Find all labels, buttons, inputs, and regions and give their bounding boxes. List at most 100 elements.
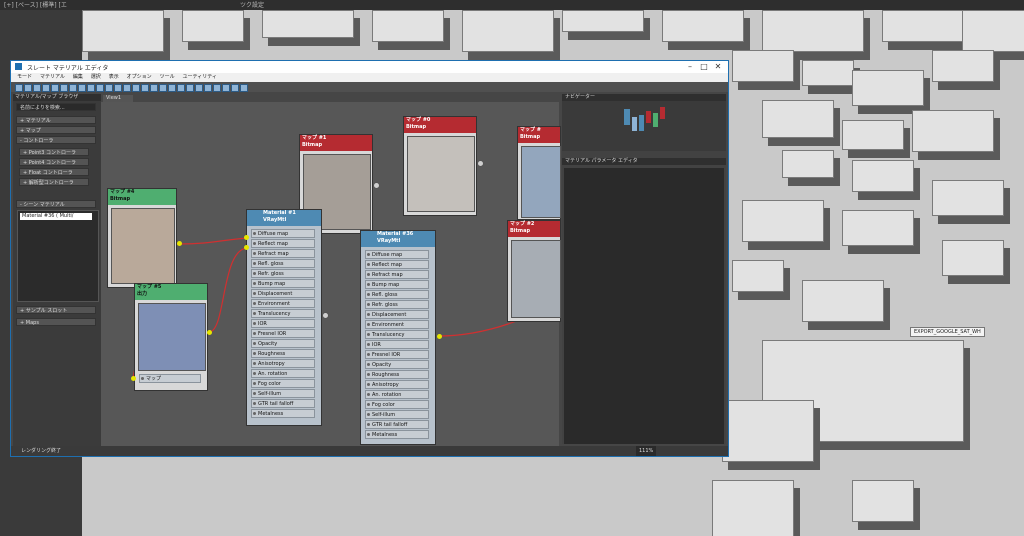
tab-view1[interactable]: View1: [103, 95, 133, 102]
node-map2[interactable]: マップ #2 Bitmap: [507, 220, 561, 322]
viewport-label-right[interactable]: ツク設定: [240, 0, 264, 9]
node-map-top-right[interactable]: マップ # Bitmap: [517, 126, 561, 220]
toolbar-tool-icon[interactable]: [231, 84, 239, 92]
scene-material-item[interactable]: Material #36 ( Multi/: [20, 213, 92, 220]
controller-point4[interactable]: + Point4 コントローラ: [19, 158, 89, 166]
map0-output-pin[interactable]: [477, 160, 484, 167]
material-slot[interactable]: Anisotropy: [251, 359, 315, 368]
material-slot[interactable]: Refract map: [251, 249, 315, 258]
controller-point3[interactable]: + Point3 コントローラ: [19, 148, 89, 156]
material-slot[interactable]: GTR tail falloff: [365, 420, 429, 429]
material-slot[interactable]: Displacement: [251, 289, 315, 298]
toolbar-tool-icon[interactable]: [150, 84, 158, 92]
map5-output-pin[interactable]: [207, 330, 212, 335]
toolbar-tool-icon[interactable]: [213, 84, 221, 92]
material1-output-pin[interactable]: [322, 312, 329, 319]
material-slot[interactable]: Diffuse map: [251, 229, 315, 238]
material-slot[interactable]: Refract map: [365, 270, 429, 279]
toolbar-tool-icon[interactable]: [69, 84, 77, 92]
zoom-level[interactable]: 111%: [636, 446, 657, 456]
material36-output-pin[interactable]: [437, 334, 442, 339]
menu-utilities[interactable]: ユーティリティ: [183, 73, 217, 82]
section-scene-materials[interactable]: - シーン マテリアル: [16, 200, 96, 208]
toolbar-tool-icon[interactable]: [123, 84, 131, 92]
material-slot[interactable]: Reflect map: [251, 239, 315, 248]
menu-view[interactable]: 表示: [109, 73, 119, 82]
toolbar-tool-icon[interactable]: [141, 84, 149, 92]
toolbar-tool-icon[interactable]: [159, 84, 167, 92]
toolbar-tool-icon[interactable]: [105, 84, 113, 92]
section-maps[interactable]: + マップ: [16, 126, 96, 134]
section-sample-slots[interactable]: + サンプル スロット: [16, 306, 96, 314]
material-slot[interactable]: Anisotropy: [365, 380, 429, 389]
material-slot[interactable]: Bump map: [365, 280, 429, 289]
node-map0[interactable]: マップ #0 Bitmap: [403, 116, 477, 216]
map5-input-pin[interactable]: [131, 376, 136, 381]
toolbar-tool-icon[interactable]: [240, 84, 248, 92]
toolbar-tool-icon[interactable]: [42, 84, 50, 92]
section-controllers[interactable]: - コントローラ: [16, 136, 96, 144]
param-editor-area[interactable]: [564, 168, 724, 444]
material-slot[interactable]: Opacity: [365, 360, 429, 369]
material-slot[interactable]: Fog color: [365, 400, 429, 409]
material-slot[interactable]: Roughness: [251, 349, 315, 358]
toolbar-tool-icon[interactable]: [222, 84, 230, 92]
map1-output-pin[interactable]: [373, 182, 380, 189]
toolbar-tool-icon[interactable]: [96, 84, 104, 92]
material1-reflect-pin[interactable]: [244, 245, 249, 250]
toolbar-tool-icon[interactable]: [168, 84, 176, 92]
toolbar-tool-icon[interactable]: [15, 84, 23, 92]
navigator-view[interactable]: [562, 101, 726, 151]
material-slot[interactable]: An. rotation: [251, 369, 315, 378]
minimize-button[interactable]: –: [683, 62, 697, 72]
toolbar-tool-icon[interactable]: [177, 84, 185, 92]
viewport-label[interactable]: [+] [ペース] [標準] [エ: [4, 0, 67, 9]
material-slot[interactable]: Fresnel IOR: [365, 350, 429, 359]
material-slot[interactable]: Refl. gloss: [365, 290, 429, 299]
menu-tools[interactable]: ツール: [160, 73, 175, 82]
menu-material[interactable]: マテリアル: [40, 73, 65, 82]
node-material36[interactable]: Material #36 VRayMtl Diffuse map Reflect …: [360, 230, 436, 445]
node-canvas[interactable]: マップ #4 Bitmap マップ #5 出力 マップ マップ #1 Bitma…: [101, 102, 561, 448]
material-slot[interactable]: Environment: [365, 320, 429, 329]
toolbar-tool-icon[interactable]: [51, 84, 59, 92]
node-map5[interactable]: マップ #5 出力 マップ: [134, 283, 208, 391]
material-slot[interactable]: Translucency: [251, 309, 315, 318]
toolbar-tool-icon[interactable]: [78, 84, 86, 92]
material-slot[interactable]: Bump map: [251, 279, 315, 288]
material1-diffuse-pin[interactable]: [244, 235, 249, 240]
node-material1[interactable]: Material #1 VRayMtl Diffuse map Reflect m…: [246, 209, 322, 426]
material-slot[interactable]: Opacity: [251, 339, 315, 348]
material-slot[interactable]: Fog color: [251, 379, 315, 388]
toolbar-tool-icon[interactable]: [87, 84, 95, 92]
section-materials[interactable]: + マテリアル: [16, 116, 96, 124]
toolbar-tool-icon[interactable]: [60, 84, 68, 92]
map5-slot[interactable]: マップ: [139, 374, 201, 383]
material-slot[interactable]: Self-illum: [365, 410, 429, 419]
maximize-button[interactable]: □: [697, 62, 711, 72]
material-slot[interactable]: IOR: [251, 319, 315, 328]
menu-options[interactable]: オプション: [127, 73, 152, 82]
material-slot[interactable]: Refr. gloss: [365, 300, 429, 309]
material-slot[interactable]: Environment: [251, 299, 315, 308]
toolbar-tool-icon[interactable]: [186, 84, 194, 92]
material-slot[interactable]: Refr. gloss: [251, 269, 315, 278]
material-slot[interactable]: GTR tail falloff: [251, 399, 315, 408]
toolbar-tool-icon[interactable]: [195, 84, 203, 92]
material-slot[interactable]: Diffuse map: [365, 250, 429, 259]
section-maps-list[interactable]: + Maps: [16, 318, 96, 326]
controller-float[interactable]: + Float コントローラ: [19, 168, 89, 176]
material-slot[interactable]: Refl. gloss: [251, 259, 315, 268]
material-slot[interactable]: Metalness: [251, 409, 315, 418]
controller-analytic[interactable]: + 解析型コントローラ: [19, 178, 89, 186]
toolbar-tool-icon[interactable]: [204, 84, 212, 92]
toolbar-tool-icon[interactable]: [33, 84, 41, 92]
material-slot[interactable]: Translucency: [365, 330, 429, 339]
material-slot[interactable]: Metalness: [365, 430, 429, 439]
material-slot[interactable]: Roughness: [365, 370, 429, 379]
menu-edit[interactable]: 編集: [73, 73, 83, 82]
menu-mode[interactable]: モード: [17, 73, 32, 82]
toolbar-tool-icon[interactable]: [132, 84, 140, 92]
toolbar-tool-icon[interactable]: [114, 84, 122, 92]
close-button[interactable]: ✕: [711, 62, 725, 72]
